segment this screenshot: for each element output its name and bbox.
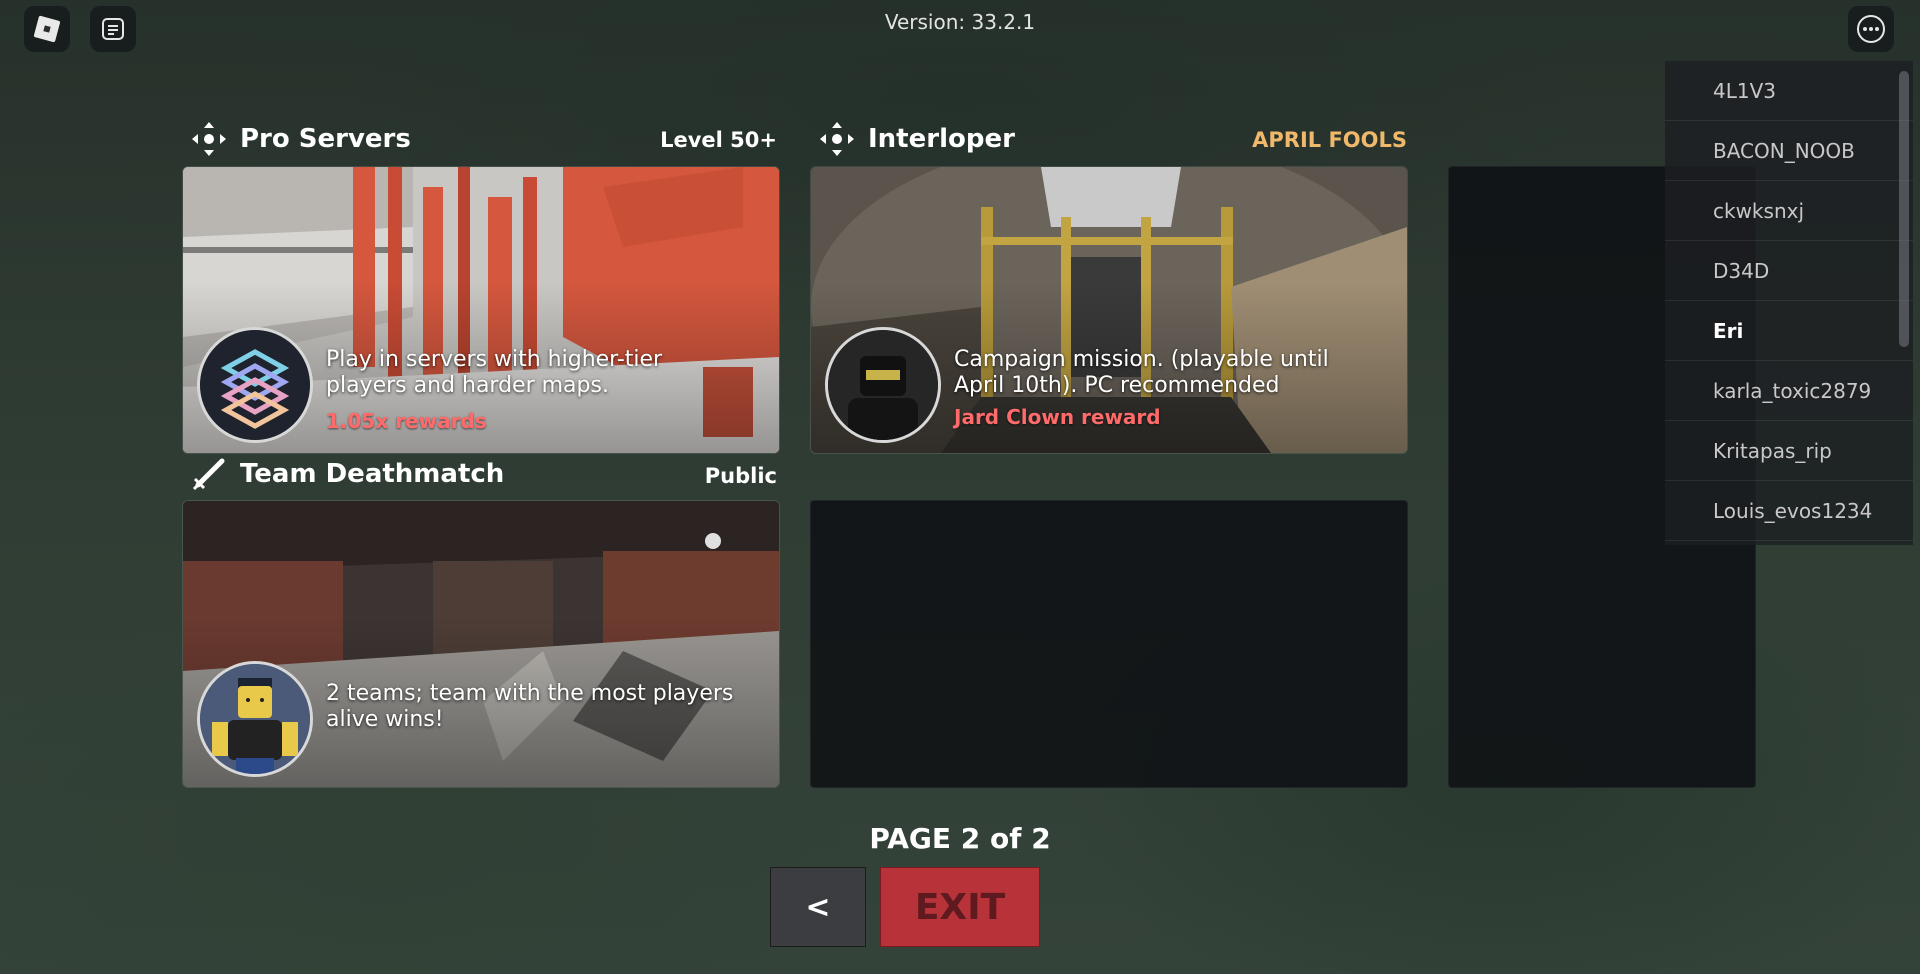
player-list-item[interactable]: ckwksnxj — [1665, 181, 1913, 241]
move-arrows-icon — [192, 122, 226, 156]
player-list-item[interactable]: 4L1V3 — [1665, 61, 1913, 121]
player-list[interactable]: 4L1V3 BACON_NOOB ckwksnxj D34D Eri karla… — [1665, 61, 1913, 545]
layers-badge-icon — [200, 330, 310, 440]
more-options-button[interactable] — [1848, 6, 1894, 52]
empty-mode-slot — [810, 500, 1408, 788]
player-list-item[interactable]: karla_toxic2879 — [1665, 361, 1913, 421]
team-deathmatch-avatar — [197, 661, 313, 777]
more-options-icon — [1857, 15, 1885, 43]
interloper-reward: Jard Clown reward — [954, 405, 1161, 429]
team-deathmatch-card[interactable]: 2 teams; team with the most players aliv… — [182, 500, 780, 788]
previous-page-button[interactable]: < — [770, 867, 866, 947]
page-indicator: PAGE 2 of 2 — [869, 822, 1051, 855]
interloper-tag: APRIL FOOLS — [1252, 128, 1407, 152]
player-list-scrollbar[interactable] — [1899, 71, 1909, 347]
player-list-item-self[interactable]: Eri — [1665, 301, 1913, 361]
pro-servers-card[interactable]: Play in servers with higher-tier players… — [182, 166, 780, 454]
pro-servers-tag: Level 50+ — [660, 128, 777, 152]
exit-button[interactable]: EXIT — [880, 867, 1040, 947]
team-deathmatch-description: 2 teams; team with the most players aliv… — [326, 681, 734, 732]
masked-figure-icon — [828, 330, 938, 440]
player-list-item[interactable]: BACON_NOOB — [1665, 121, 1913, 181]
player-list-item[interactable]: Louis_evos1234 — [1665, 481, 1913, 541]
team-deathmatch-title: Team Deathmatch — [240, 459, 505, 489]
interloper-title: Interloper — [868, 124, 1015, 154]
team-deathmatch-header: Team Deathmatch — [190, 455, 504, 493]
sword-icon — [192, 458, 225, 491]
player-list-item[interactable]: Kritapas_rip — [1665, 421, 1913, 481]
move-arrows-icon — [820, 122, 854, 156]
pro-servers-badge-avatar — [197, 327, 313, 443]
interloper-card[interactable]: Campaign mission. (playable until April … — [810, 166, 1408, 454]
interloper-avatar — [825, 327, 941, 443]
pro-servers-title: Pro Servers — [240, 124, 411, 154]
interloper-header: Interloper — [818, 120, 1015, 158]
pro-servers-header: Pro Servers — [190, 120, 411, 158]
player-avatar-icon — [200, 664, 310, 774]
pro-servers-reward: 1.05x rewards — [326, 409, 487, 433]
team-deathmatch-tag: Public — [704, 464, 777, 488]
interloper-description: Campaign mission. (playable until April … — [954, 347, 1329, 398]
player-list-item[interactable]: D34D — [1665, 241, 1913, 301]
pro-servers-description: Play in servers with higher-tier players… — [326, 347, 663, 398]
version-label: Version: 33.2.1 — [884, 10, 1036, 34]
